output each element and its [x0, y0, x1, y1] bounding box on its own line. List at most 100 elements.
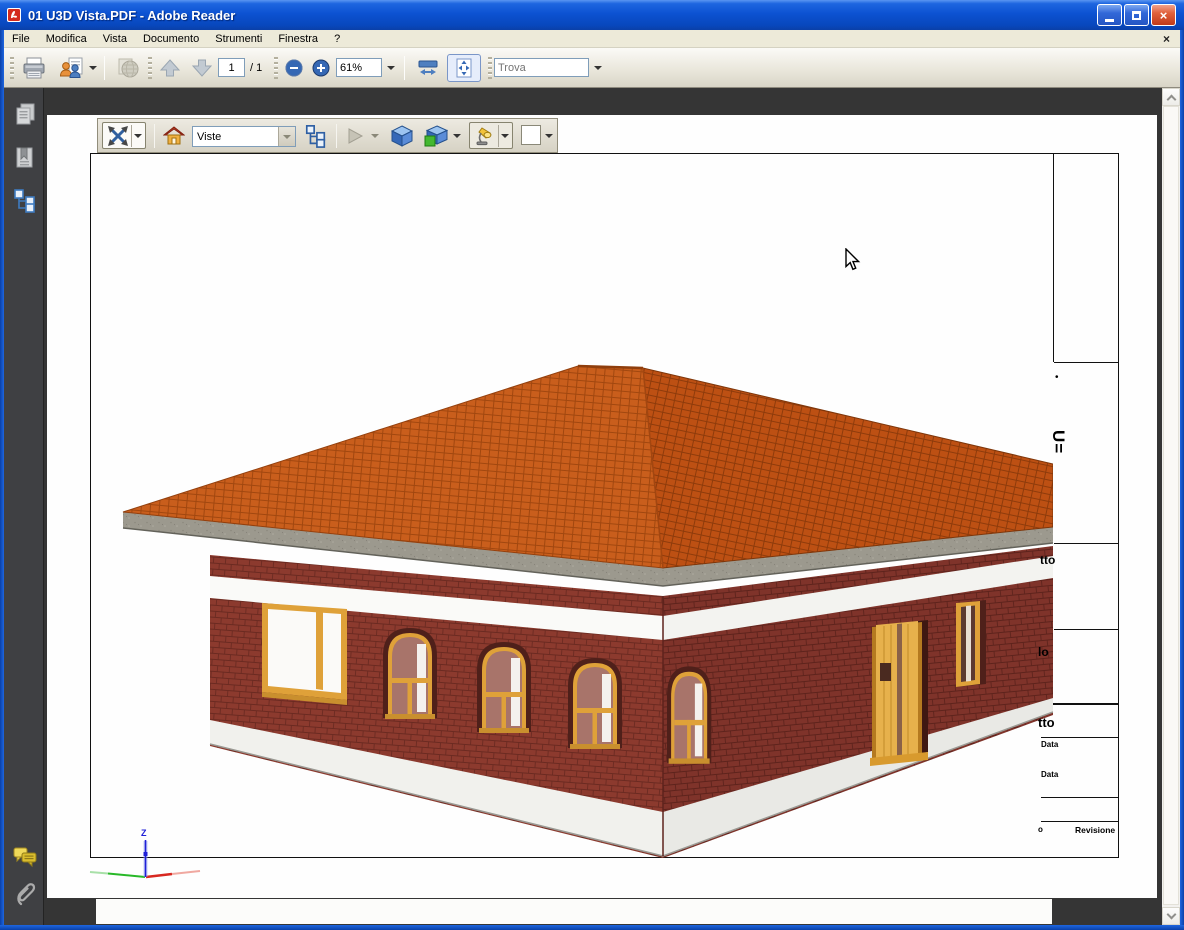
navigation-sidebar [4, 88, 44, 925]
titleblock-revisione: Revisione [1075, 825, 1115, 835]
vertical-scrollbar[interactable] [1162, 88, 1180, 925]
collaborate-button-disabled[interactable] [110, 54, 146, 82]
home-view-button[interactable] [160, 123, 188, 149]
bookmarks-panel-button[interactable] [11, 144, 39, 172]
titleblock-fragment: o [1038, 825, 1043, 834]
window-border-right [1180, 30, 1184, 925]
close-button[interactable]: × [1151, 4, 1176, 26]
attachments-panel-icon [13, 880, 37, 908]
fit-page-icon [453, 57, 475, 79]
maximize-icon [1132, 11, 1141, 20]
menu-help[interactable]: ? [326, 31, 348, 47]
page-up-icon [159, 58, 181, 78]
home-view-icon [163, 126, 185, 146]
default-view-cube-icon [391, 125, 413, 147]
views-combobox-value: Viste [193, 129, 278, 145]
find-dropdown-icon [594, 66, 602, 70]
background-color-button[interactable] [521, 125, 541, 145]
titleblock-vertical-text: U= [1032, 430, 1068, 470]
background-color-dropdown-button[interactable] [543, 123, 555, 149]
minimize-button[interactable] [1097, 4, 1122, 26]
fit-page-button[interactable] [447, 54, 481, 82]
window-title: 01 U3D Vista.PDF - Adobe Reader [28, 8, 1097, 23]
window-border-bottom [0, 925, 1184, 930]
fit-width-button[interactable] [412, 54, 444, 82]
maximize-button[interactable] [1124, 4, 1149, 26]
titlebar[interactable]: 01 U3D Vista.PDF - Adobe Reader × [0, 0, 1184, 30]
zoom-in-button[interactable] [308, 54, 334, 82]
render-mode-icon [424, 125, 448, 147]
fit-width-icon [417, 58, 439, 78]
toolbar-grip[interactable] [148, 57, 152, 79]
titleblock-line [1054, 362, 1119, 363]
model-tree-button[interactable] [302, 123, 330, 149]
3d-annotation-viewport[interactable] [90, 153, 1053, 858]
comments-panel-button[interactable] [11, 843, 39, 871]
menubar-close-icon[interactable]: × [1163, 32, 1170, 46]
scroll-down-button[interactable] [1162, 907, 1180, 925]
share-button[interactable] [56, 54, 100, 82]
titleblock-progetto: tto [1040, 553, 1055, 567]
chevron-down-icon [371, 134, 379, 138]
toolbar-grip[interactable] [488, 57, 492, 79]
main-toolbar: / 1 [4, 48, 1180, 88]
pages-panel-icon [12, 101, 38, 127]
chevron-down-icon [1166, 910, 1176, 920]
3d-toolbar: Viste [97, 118, 558, 153]
menu-file[interactable]: File [4, 31, 38, 47]
print-button[interactable] [16, 54, 52, 82]
menu-strumenti[interactable]: Strumenti [207, 31, 270, 47]
default-view-button[interactable] [388, 123, 416, 149]
titleblock-bullet: • [1055, 372, 1059, 383]
zoom-dropdown-button[interactable] [383, 54, 399, 82]
horizontal-scrollbar[interactable] [96, 899, 1052, 924]
zoom-out-icon [285, 59, 303, 77]
printer-icon [22, 57, 46, 79]
toolbar-grip[interactable] [10, 57, 14, 79]
page-number-input[interactable] [218, 58, 245, 77]
chevron-down-icon [545, 134, 553, 138]
menu-vista[interactable]: Vista [95, 31, 135, 47]
share-icon [59, 57, 85, 79]
menu-modifica[interactable]: Modifica [38, 31, 95, 47]
menu-documento[interactable]: Documento [135, 31, 207, 47]
render-mode-dropdown-button[interactable] [451, 123, 463, 149]
bookmarks-panel-icon [12, 145, 38, 171]
find-input[interactable] [494, 58, 589, 77]
titleblock-line [1054, 629, 1119, 630]
page-count-label: / 1 [250, 62, 262, 74]
lighting-button[interactable] [469, 122, 513, 149]
titleblock-data-2: Data [1041, 770, 1058, 779]
vertical-scrollbar-thumb[interactable] [1163, 106, 1179, 905]
zoom-level-input[interactable] [336, 58, 382, 77]
previous-page-button[interactable] [154, 54, 186, 82]
scroll-up-button[interactable] [1162, 88, 1180, 106]
rotate-tool-button[interactable] [102, 122, 146, 149]
attachments-panel-button[interactable] [11, 880, 39, 908]
next-page-button[interactable] [186, 54, 218, 82]
find-dropdown-button[interactable] [590, 54, 606, 82]
rotate-tool-dropdown-icon [134, 134, 142, 138]
share-dropdown-icon [89, 66, 97, 70]
views-combobox[interactable]: Viste [192, 126, 296, 147]
3d-toolbar-separator [336, 124, 337, 148]
page-down-icon [191, 58, 213, 78]
render-mode-button[interactable] [422, 123, 450, 149]
chevron-down-icon [283, 135, 291, 139]
pages-panel-button[interactable] [11, 100, 39, 128]
layers-panel-icon [12, 187, 38, 213]
toolbar-grip[interactable] [274, 57, 278, 79]
rotate-tool-icon [107, 125, 129, 147]
comments-panel-icon [12, 845, 38, 869]
zoom-out-button[interactable] [281, 54, 307, 82]
titleblock-line [1050, 703, 1119, 705]
play-dropdown-button[interactable] [369, 123, 381, 149]
pdf-file-icon [6, 7, 22, 23]
chevron-up-icon [1166, 94, 1176, 104]
play-animation-button[interactable] [342, 123, 368, 149]
lighting-icon [474, 125, 496, 147]
views-combobox-dropdown[interactable] [278, 127, 295, 146]
layers-panel-button[interactable] [11, 186, 39, 214]
lighting-dropdown-icon [501, 134, 509, 138]
menu-finestra[interactable]: Finestra [270, 31, 326, 47]
